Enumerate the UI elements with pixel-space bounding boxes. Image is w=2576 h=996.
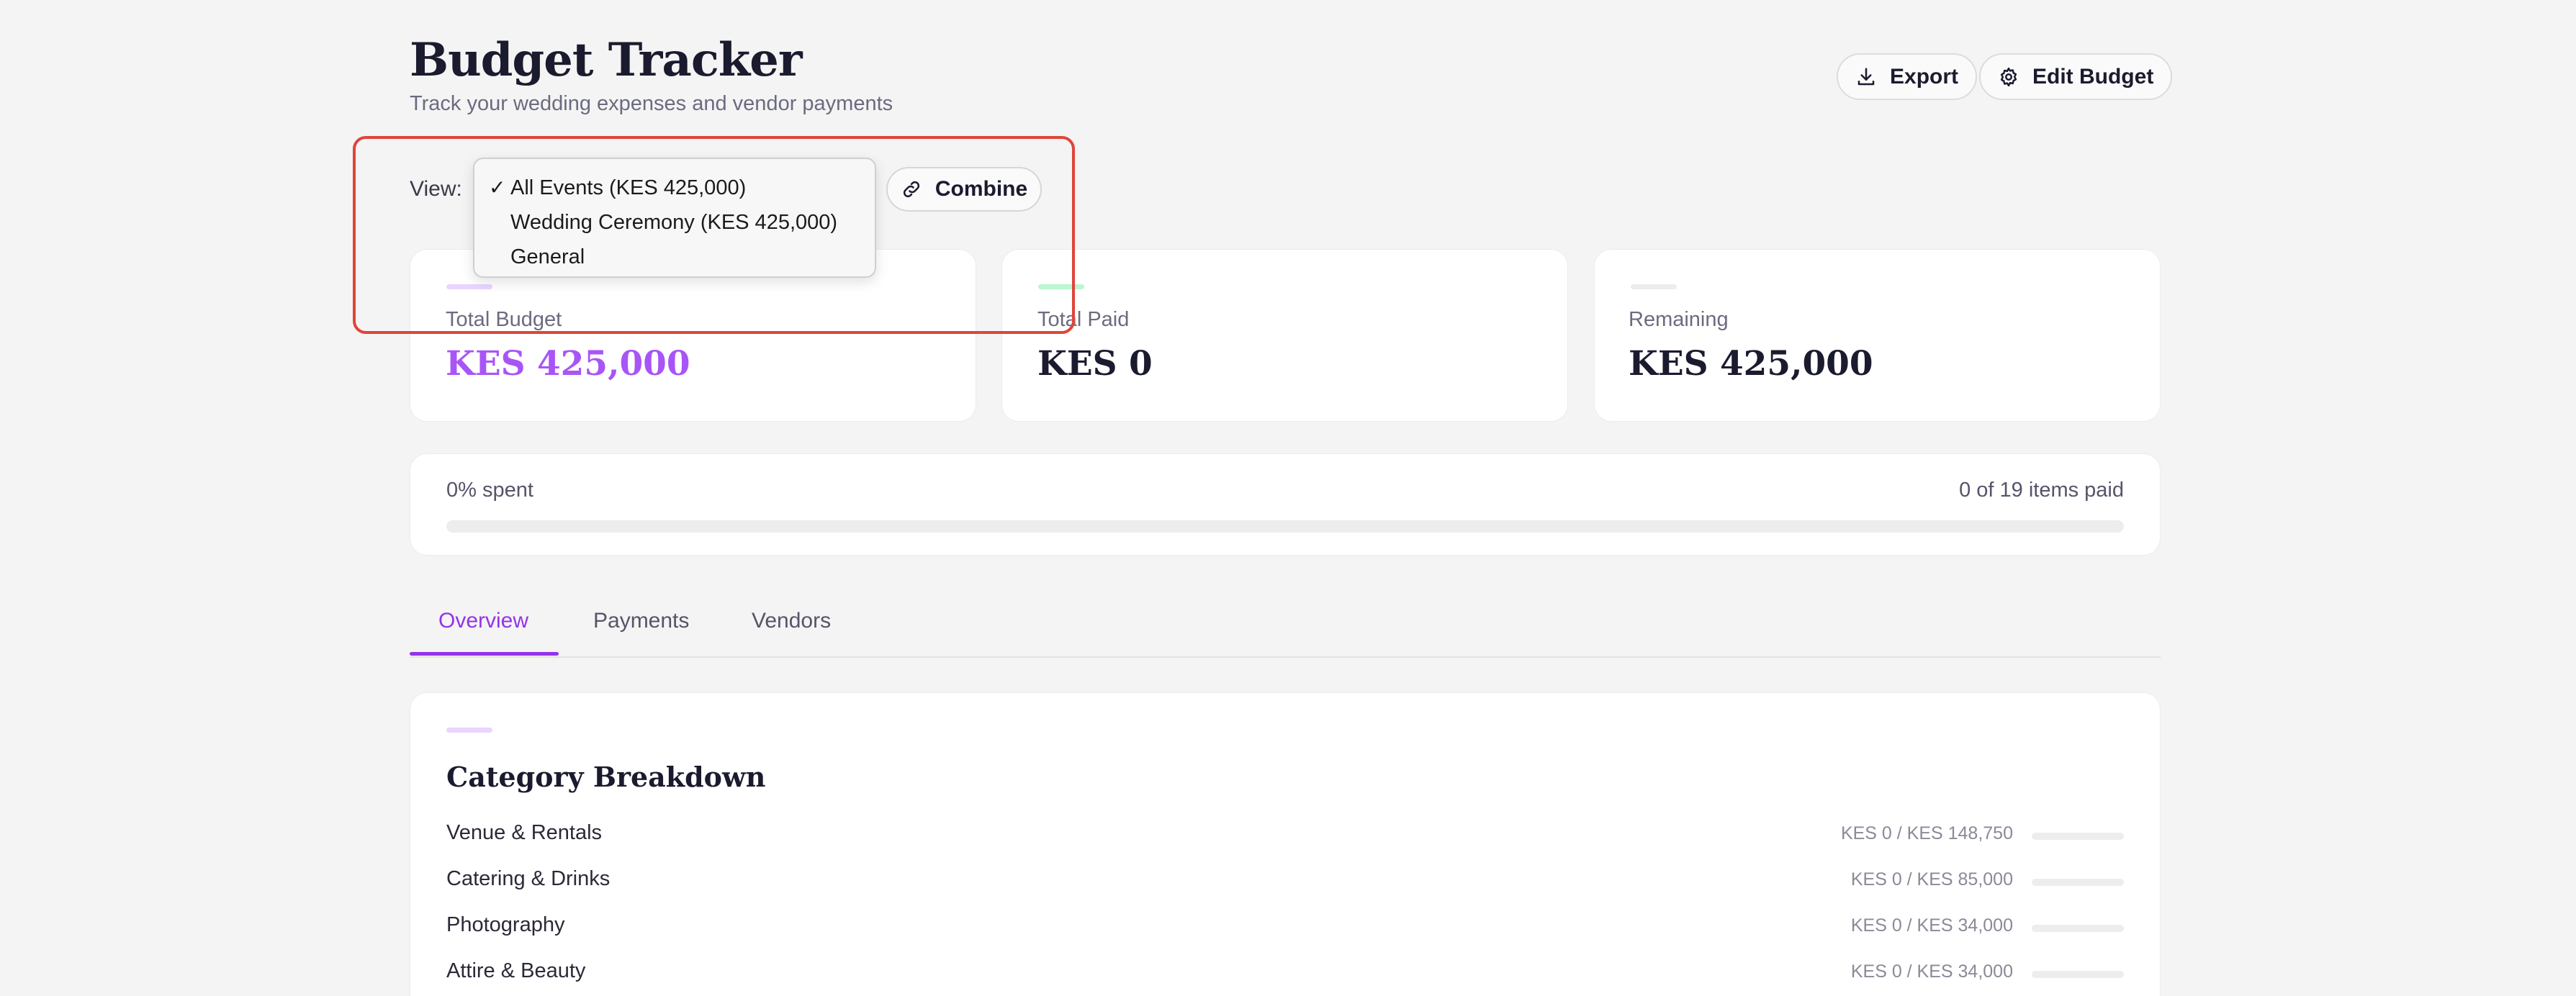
percent-spent-text: 0% spent <box>446 479 533 502</box>
stat-card-remaining <box>1594 249 2161 422</box>
category-amount: KES 0 / KES 148,750 <box>1840 823 2013 843</box>
tab-bar: Overview Payments Vendors <box>410 589 2161 658</box>
stat-value-total-paid: KES 0 <box>1037 344 1153 384</box>
stat-card-total-paid <box>1001 249 1568 422</box>
category-row: Attire & Beauty KES 0 / KES 34,000 <box>446 959 2124 988</box>
category-breakdown-title: Category Breakdown <box>446 761 766 793</box>
category-row: Venue & Rentals KES 0 / KES 148,750 <box>446 821 2124 850</box>
tab-vendors[interactable]: Vendors <box>752 609 831 633</box>
category-progress-bar <box>2032 971 2124 978</box>
category-amount: KES 0 / KES 34,000 <box>1850 915 2013 936</box>
page-subtitle: Track your wedding expenses and vendor p… <box>410 92 893 115</box>
export-button-label: Export <box>1890 64 1959 89</box>
edit-budget-button-label: Edit Budget <box>2032 64 2154 89</box>
category-progress-bar <box>2032 879 2124 886</box>
category-row: Photography KES 0 / KES 34,000 <box>446 913 2124 942</box>
stat-accent-bar <box>1631 284 1677 289</box>
category-name: Venue & Rentals <box>446 821 603 844</box>
category-name: Attire & Beauty <box>446 959 586 982</box>
category-name: Catering & Drinks <box>446 867 611 890</box>
highlight-box <box>353 136 1075 334</box>
export-button[interactable]: Export <box>1837 53 1978 100</box>
gear-icon <box>2000 67 2017 86</box>
category-progress-bar <box>2032 925 2124 932</box>
spending-progress-bar <box>446 520 2124 533</box>
stat-label-remaining: Remaining <box>1629 308 1729 331</box>
edit-budget-button[interactable]: Edit Budget <box>1979 53 2173 100</box>
tab-overview[interactable]: Overview <box>438 609 528 633</box>
category-accent-bar <box>446 728 492 733</box>
stat-value-remaining: KES 425,000 <box>1629 344 1873 384</box>
category-progress-bar <box>2032 833 2124 840</box>
items-paid-text: 0 of 19 items paid <box>1959 479 2124 502</box>
stat-value-total-budget: KES 425,000 <box>446 344 690 384</box>
category-name: Photography <box>446 913 565 936</box>
active-tab-indicator <box>410 652 559 656</box>
tab-payments[interactable]: Payments <box>593 609 689 633</box>
download-icon <box>1857 68 1875 85</box>
category-amount: KES 0 / KES 85,000 <box>1850 869 2013 889</box>
spending-progress-card: 0% spent 0 of 19 items paid <box>410 453 2161 556</box>
category-amount: KES 0 / KES 34,000 <box>1850 961 2013 982</box>
category-breakdown-card: Category Breakdown Venue & Rentals KES 0… <box>410 692 2161 996</box>
page-title: Budget Tracker <box>410 33 803 87</box>
category-row: Catering & Drinks KES 0 / KES 85,000 <box>446 867 2124 896</box>
